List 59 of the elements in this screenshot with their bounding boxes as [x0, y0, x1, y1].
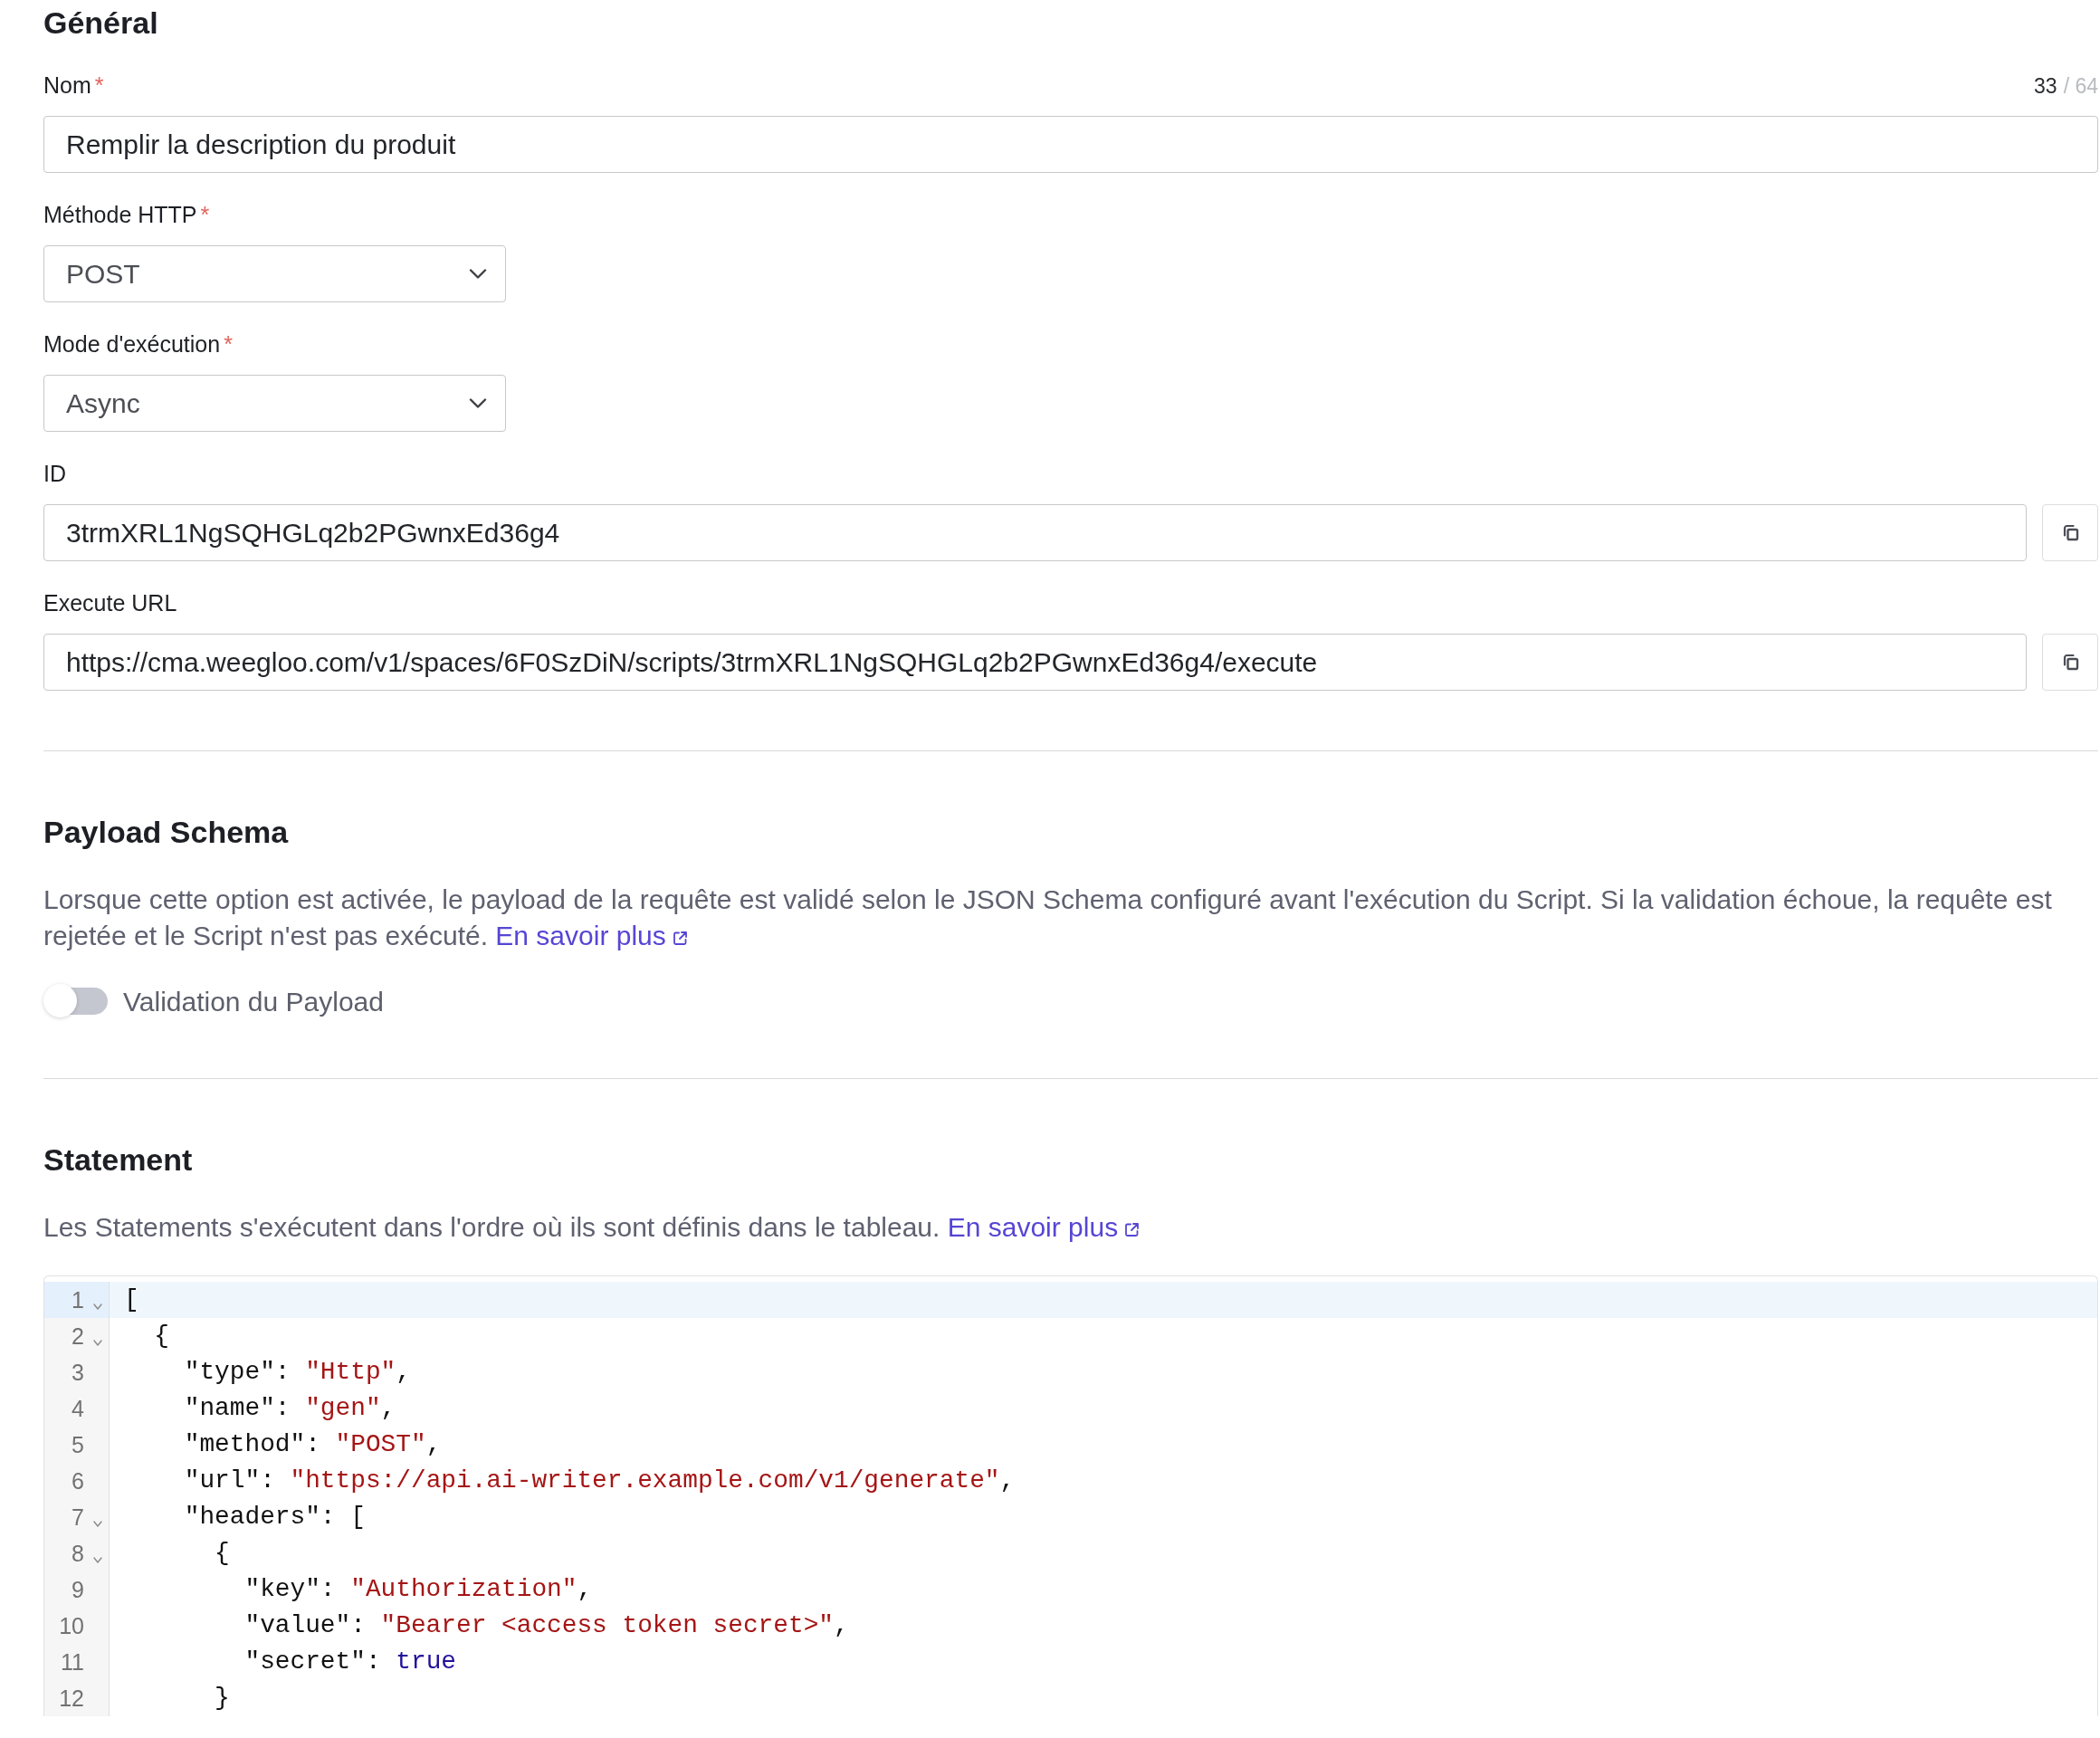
code-line: { [153, 1321, 171, 1351]
character-count: 33 [2034, 72, 2057, 100]
fold-caret-icon[interactable] [93, 1340, 102, 1346]
code-line: "headers": [ [183, 1502, 367, 1533]
required-asterisk: * [224, 330, 233, 359]
field-label: Execute URL [43, 589, 177, 618]
required-asterisk: * [94, 72, 104, 100]
field-label: Mode d'exécution [43, 330, 221, 359]
description-text: Lorsque cette option est activée, le payload de la requête est validé selon le JSON Schema configuré avant l'exécution du Script. Si la validation échoue, la requête est rejetée et le Script n'est pas exécuté. En savoir plus [43, 883, 2053, 952]
line-number: 5 [71, 1431, 84, 1459]
line-number: 8 [71, 1540, 84, 1568]
field-label: Nom [43, 72, 91, 100]
line-number: 4 [71, 1395, 84, 1423]
copy-button[interactable] [2042, 504, 2098, 561]
code-line: "secret": true [243, 1647, 457, 1677]
copy-button[interactable] [2042, 634, 2098, 691]
line-number: 1 [71, 1286, 84, 1314]
code-line: } [214, 1683, 231, 1714]
line-number: 7 [71, 1504, 84, 1532]
field-label: ID [43, 460, 66, 489]
code-line: "value": "Bearer <access token secret>", [243, 1610, 850, 1641]
line-number: 10 [58, 1612, 84, 1640]
code-line: { [214, 1538, 231, 1569]
external-link-icon [672, 931, 688, 946]
copy-icon [2061, 524, 2079, 541]
field-label: Méthode HTTP [43, 201, 197, 230]
text-input[interactable]: Remplir la description du produit [43, 116, 2098, 173]
dropdown-select[interactable]: POST [43, 245, 506, 302]
dropdown-select[interactable]: Async [43, 375, 506, 432]
toggle-label: Validation du Payload [123, 985, 384, 1018]
line-number: 6 [71, 1467, 84, 1495]
section-heading: Payload Schema [43, 814, 290, 851]
fold-caret-icon[interactable] [93, 1304, 102, 1310]
line-number: 3 [71, 1359, 84, 1387]
code-line: "name": "gen", [183, 1393, 397, 1424]
section-heading: Général [43, 5, 159, 42]
code-line: "type": "Http", [183, 1357, 412, 1388]
code-line: "method": "POST", [183, 1429, 443, 1460]
line-number: 9 [71, 1576, 84, 1604]
code-line: "url": "https://api.ai-writer.example.com/v1/generate", [183, 1466, 1017, 1496]
section-heading: Statement [43, 1141, 194, 1179]
chevron-down-icon [469, 398, 487, 408]
line-number: 2 [71, 1323, 84, 1351]
chevron-down-icon [469, 269, 487, 279]
toggle-switch[interactable] [43, 984, 109, 1018]
line-number: 12 [58, 1685, 84, 1713]
external-link-icon [1124, 1222, 1141, 1237]
readonly-input[interactable]: 3trmXRL1NgSQHGLq2b2PGwnxEd36g4 [43, 504, 2027, 561]
copy-icon [2061, 654, 2079, 671]
learn-more-link[interactable]: En savoir plus [495, 921, 688, 950]
fold-caret-icon[interactable] [93, 1557, 102, 1563]
character-limit: / 64 [2063, 72, 2098, 100]
line-number: 11 [60, 1648, 84, 1676]
learn-more-link[interactable]: En savoir plus [947, 1212, 1141, 1242]
required-asterisk: * [200, 201, 210, 230]
description-text: Les Statements s'exécutent dans l'ordre où ils sont définis dans le tableau. En savoir plus [43, 1209, 2098, 1246]
readonly-input[interactable]: https://cma.weegloo.com/v1/spaces/6F0SzDiN/scripts/3trmXRL1NgSQHGLq2b2PGwnxEd36g4/execute [43, 634, 2027, 691]
code-line: "key": "Authorization", [243, 1574, 594, 1605]
fold-caret-icon[interactable] [93, 1521, 102, 1527]
